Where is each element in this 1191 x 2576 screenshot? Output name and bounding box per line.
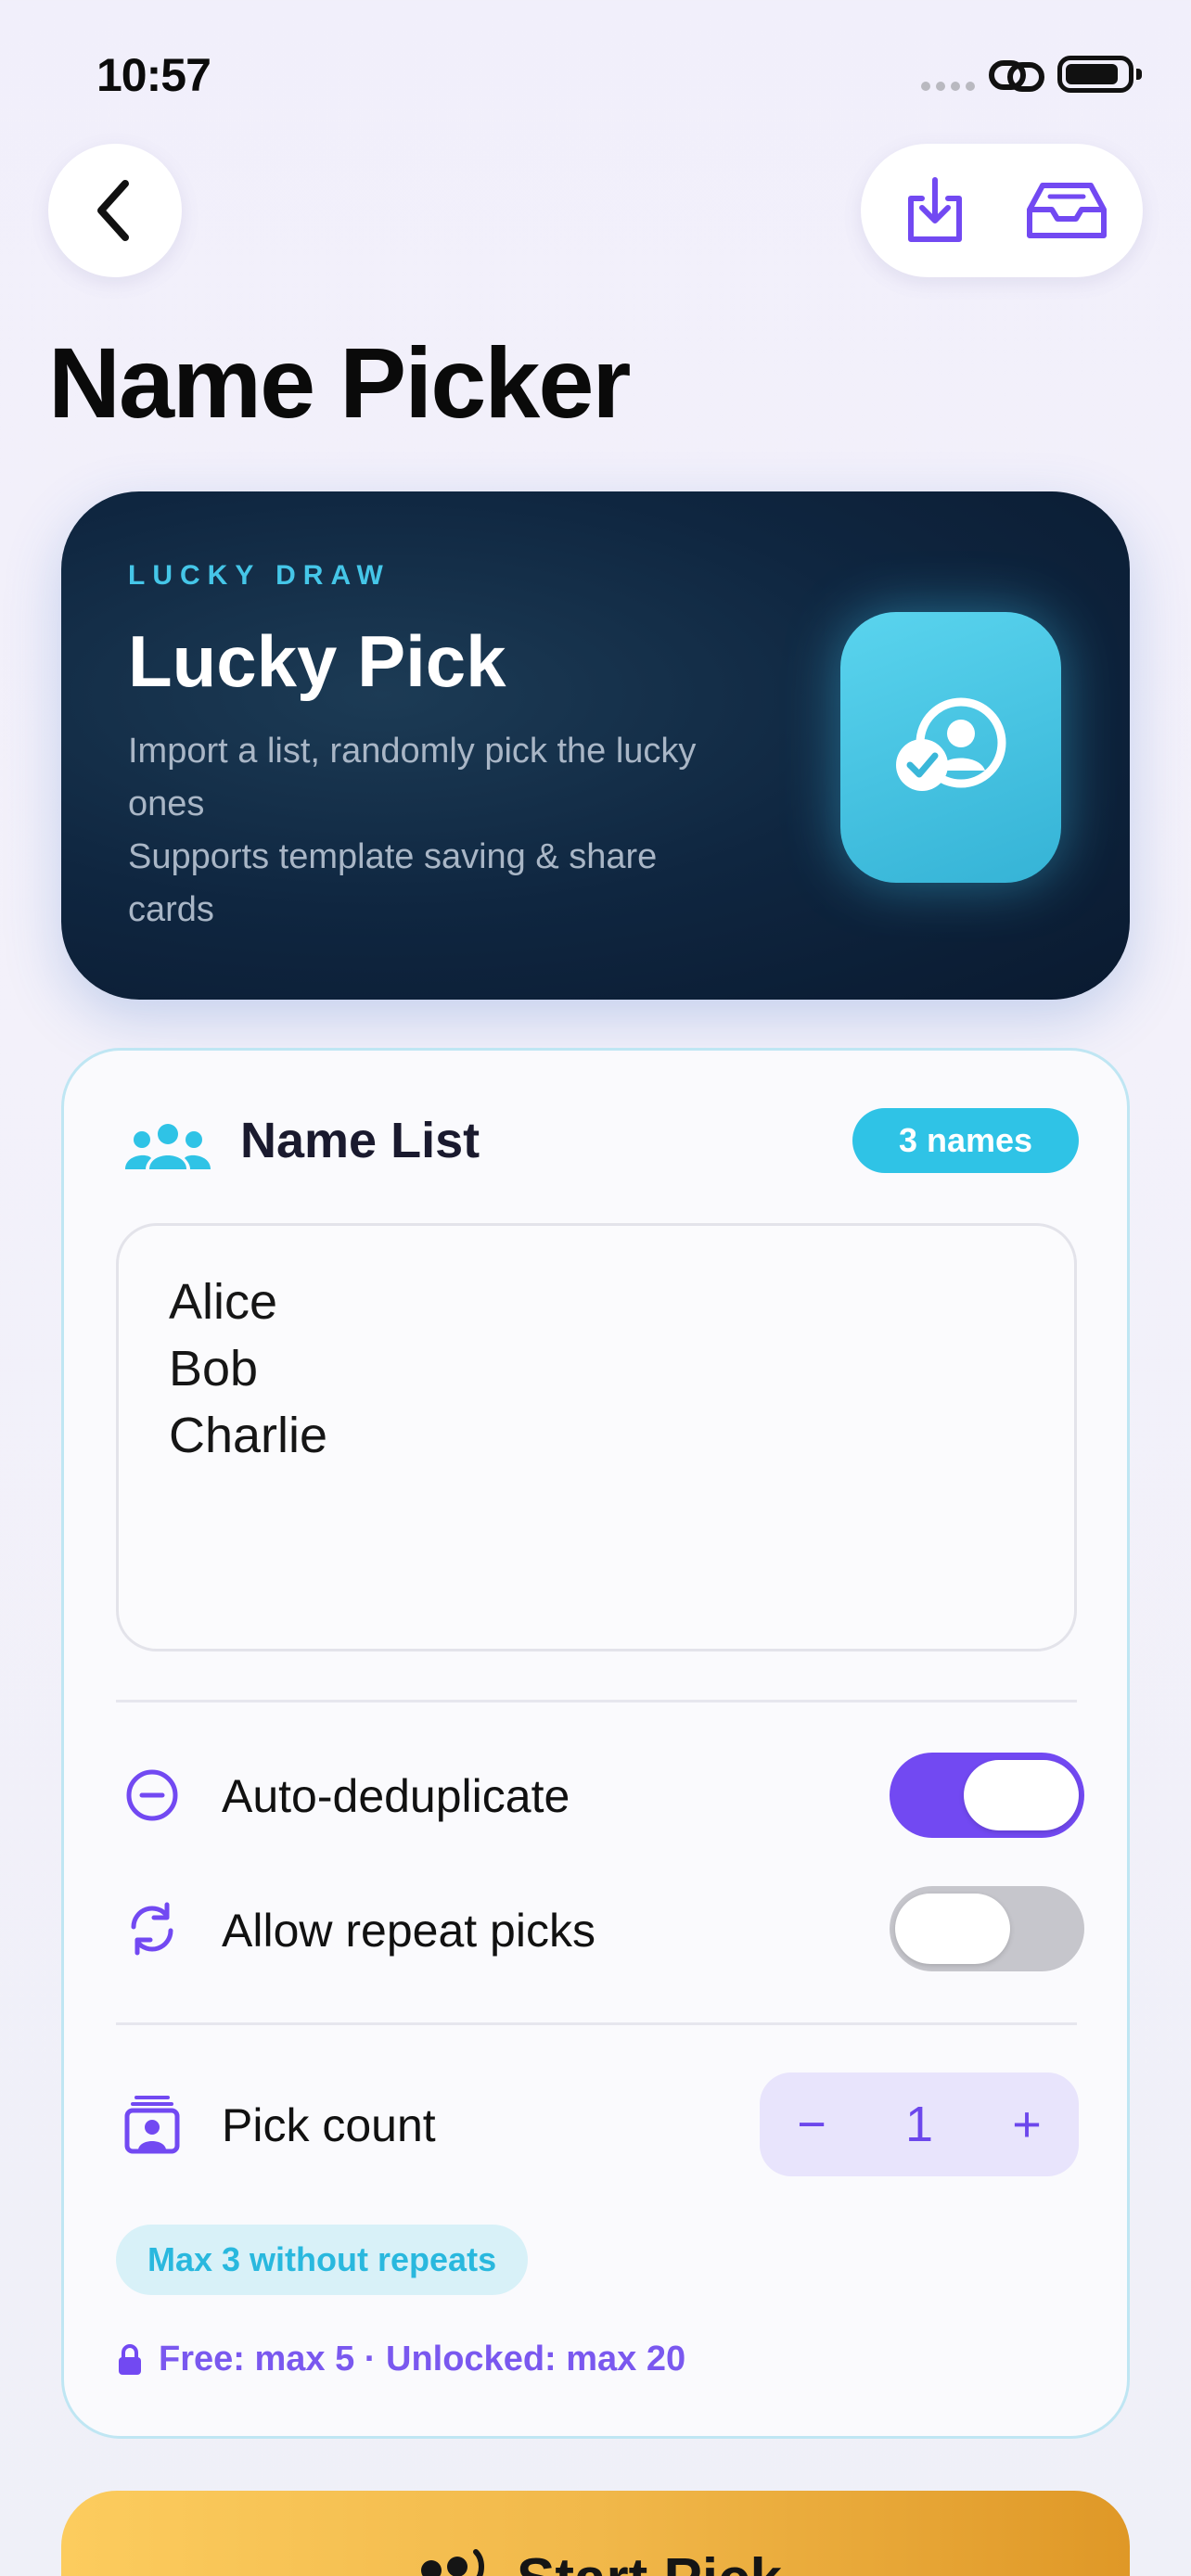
start-pick-label: Start Pick — [517, 2546, 782, 2576]
increment-button[interactable]: + — [980, 2072, 1073, 2176]
pick-count-stepper: − 1 + — [760, 2072, 1079, 2176]
back-button[interactable] — [48, 144, 182, 277]
name-count-badge: 3 names — [852, 1108, 1079, 1173]
person-card-icon — [120, 2092, 185, 2157]
hero-illustration — [840, 612, 1061, 883]
name-entry: Alice — [169, 1274, 278, 1330]
status-time: 10:57 — [96, 49, 211, 101]
plan-note: Free: max 5 · Unlocked: max 20 — [116, 2340, 685, 2379]
battery-icon — [1057, 56, 1142, 93]
chevron-left-icon — [97, 180, 129, 241]
user-check-icon — [896, 697, 1006, 791]
pick-count-label: Pick count — [222, 2099, 436, 2151]
divider — [116, 2022, 1077, 2025]
import-button[interactable] — [896, 172, 974, 249]
plan-note-text: Free: max 5 · Unlocked: max 20 — [159, 2340, 686, 2378]
hero-description: Import a list, randomly pick the lucky o… — [128, 725, 740, 937]
repeat-toggle[interactable] — [890, 1886, 1084, 1971]
decrement-button[interactable]: − — [765, 2072, 858, 2176]
repeat-label: Allow repeat picks — [222, 1905, 596, 1957]
cellular-signal-icon — [921, 82, 975, 91]
hero-eyebrow: LUCKY DRAW — [128, 560, 391, 591]
divider — [116, 1700, 1077, 1702]
group-icon — [125, 1124, 211, 1169]
name-entry: Charlie — [169, 1408, 328, 1463]
dedupe-toggle[interactable] — [890, 1753, 1084, 1838]
start-pick-button[interactable]: Start Pick — [61, 2491, 1130, 2576]
lock-icon — [119, 2343, 141, 2375]
download-tray-icon — [908, 177, 962, 242]
inbox-tray-icon — [1027, 183, 1107, 238]
dedupe-label: Auto-deduplicate — [222, 1770, 570, 1822]
broadcast-icon — [420, 2549, 484, 2576]
templates-button[interactable] — [1020, 172, 1113, 249]
minus-circle-icon — [120, 1763, 185, 1828]
names-textarea[interactable]: Alice Bob Charlie — [116, 1223, 1077, 1651]
header-actions — [861, 144, 1143, 277]
hero-title: Lucky Pick — [128, 620, 506, 702]
page-title: Name Picker — [48, 326, 631, 439]
name-list-title: Name List — [240, 1113, 480, 1168]
limit-chip: Max 3 without repeats — [116, 2225, 529, 2295]
hero-description-line: Supports template saving & share cards — [128, 837, 658, 929]
link-icon — [989, 60, 1044, 92]
name-list-card: Name List 3 names Alice Bob Charlie Auto… — [61, 1048, 1130, 2439]
repeat-icon — [120, 1896, 185, 1961]
name-entry: Bob — [169, 1341, 259, 1396]
hero-card: LUCKY DRAW Lucky Pick Import a list, ran… — [61, 491, 1130, 1000]
pick-count-value: 1 — [904, 2097, 934, 2152]
hero-description-line: Import a list, randomly pick the lucky o… — [128, 732, 697, 823]
